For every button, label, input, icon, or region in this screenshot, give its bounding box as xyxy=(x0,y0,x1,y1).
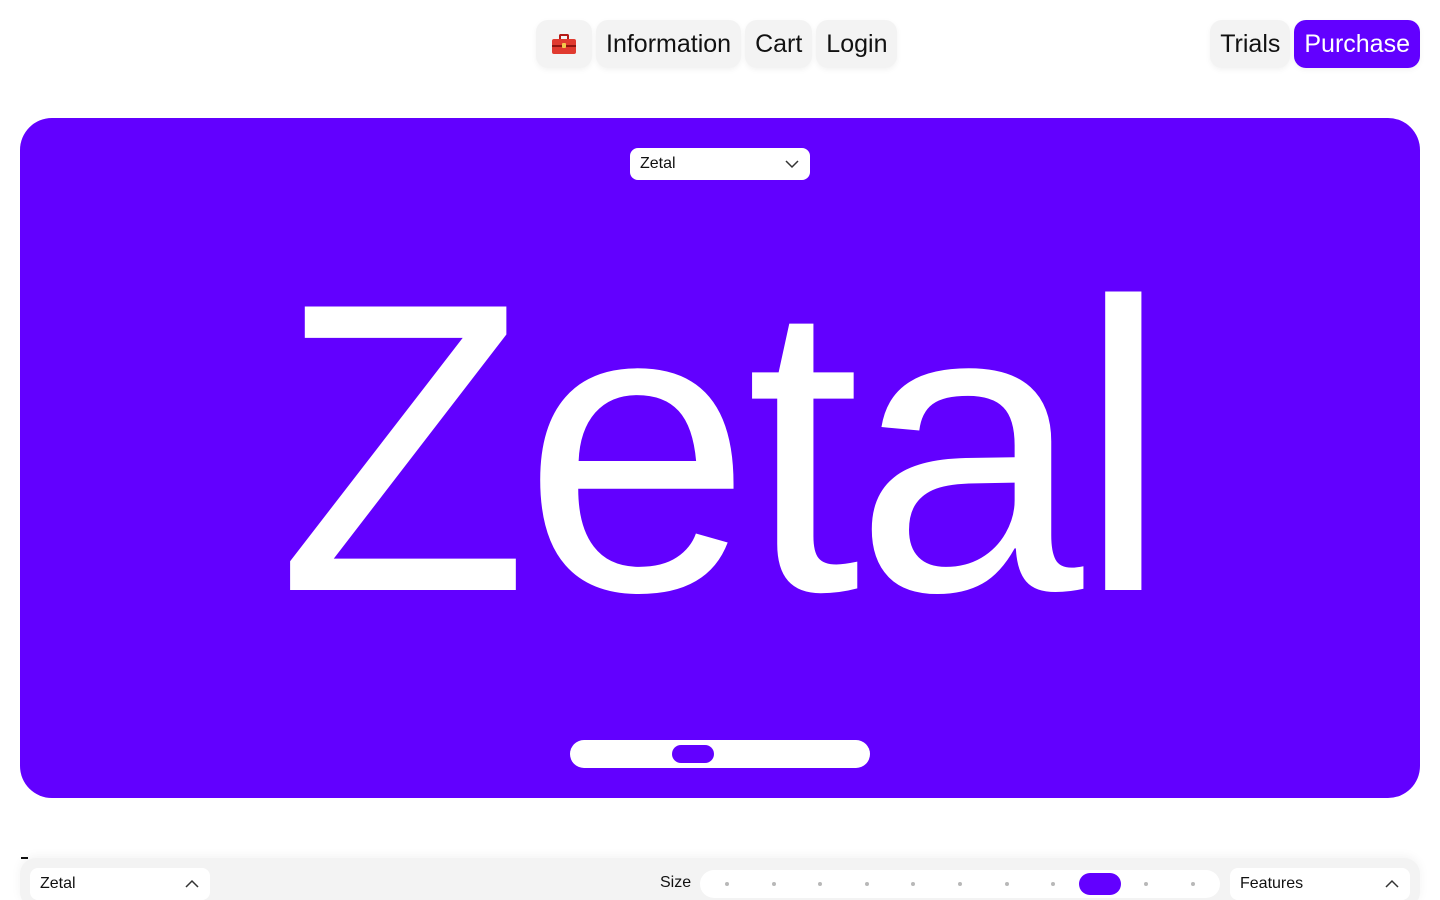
toolbox-icon xyxy=(552,34,576,54)
size-step-selected[interactable] xyxy=(1078,873,1121,895)
home-logo-button[interactable] xyxy=(536,20,592,68)
toolbar-font-value: Zetal xyxy=(40,875,76,892)
main-nav: Information Cart Login xyxy=(536,20,898,68)
trials-button[interactable]: Trials xyxy=(1210,20,1291,68)
type-specimen-card: Zetal Zetal xyxy=(20,118,1420,798)
specimen-slider[interactable] xyxy=(570,740,870,768)
nav-cart-link[interactable]: Cart xyxy=(745,20,813,68)
features-select[interactable]: Features xyxy=(1230,868,1410,900)
size-step-dot[interactable] xyxy=(771,882,776,886)
chevron-up-icon xyxy=(185,879,199,888)
size-step-dot[interactable] xyxy=(1051,882,1056,886)
chevron-up-icon xyxy=(1385,879,1399,888)
size-step-dot[interactable] xyxy=(911,882,916,886)
nav-login-link[interactable]: Login xyxy=(816,20,898,68)
specimen-slider-thumb[interactable] xyxy=(671,745,714,763)
features-label: Features xyxy=(1240,875,1304,892)
nav-actions: Trials Purchase xyxy=(1210,20,1420,68)
size-step-dot[interactable] xyxy=(864,882,869,886)
toolbar-font-select[interactable]: Zetal xyxy=(30,868,210,900)
font-select-dropdown[interactable]: Zetal xyxy=(630,148,810,180)
size-step-dot[interactable] xyxy=(818,882,823,886)
purchase-button[interactable]: Purchase xyxy=(1294,20,1420,68)
size-step-dot[interactable] xyxy=(958,882,962,886)
specimen-text: Zetal xyxy=(277,218,1169,678)
size-step-dot[interactable] xyxy=(1004,882,1009,886)
chevron-down-icon xyxy=(785,160,799,169)
specimen-toolbar: Zetal Size Features xyxy=(20,858,1420,900)
size-label: Size xyxy=(660,874,692,891)
size-step-dot[interactable] xyxy=(725,882,729,886)
font-select-value: Zetal xyxy=(640,155,676,172)
size-step-dot[interactable] xyxy=(1144,882,1149,886)
nav-information-link[interactable]: Information xyxy=(596,20,742,68)
size-step-dot[interactable] xyxy=(1191,882,1195,886)
size-selector[interactable] xyxy=(700,870,1220,898)
divider xyxy=(21,857,28,859)
